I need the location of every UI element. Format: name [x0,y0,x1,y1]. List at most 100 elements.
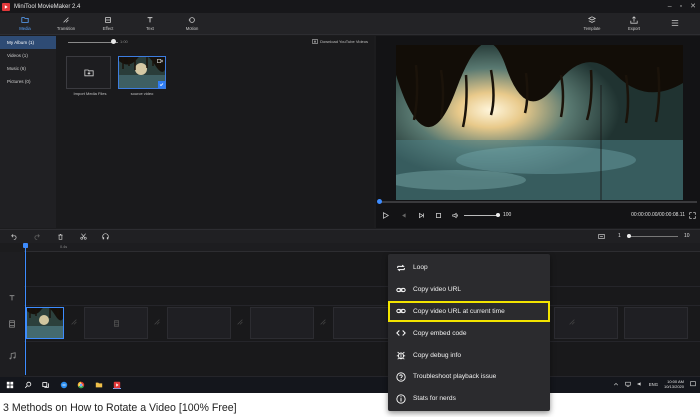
tab-media[interactable]: Media [8,16,42,31]
menu-item-label: Copy video URL at current time [413,307,505,315]
fit-icon [598,234,605,239]
menu-item-copy-debug-info[interactable]: Copy debug info [388,344,550,366]
play-button[interactable] [382,212,390,219]
playhead-handle[interactable] [23,243,28,248]
text-track[interactable] [24,252,700,287]
tab-transition[interactable]: Transition [49,16,83,31]
export-button[interactable]: Export [617,16,651,31]
player-context-menu: Loop Copy video URL Copy video URL at cu… [388,254,550,411]
fullscreen-icon[interactable] [689,212,696,219]
search-icon[interactable] [24,381,32,389]
sidebar-item-music[interactable]: Music (6) [0,62,56,75]
volume-tray-icon[interactable] [637,381,643,387]
sidebar-item-pictures[interactable]: Pictures (0) [0,75,56,88]
ruler-tick-1: 0.4s [60,245,68,249]
sidebar-item-videos[interactable]: Videos (1) [0,49,56,62]
transition-slot[interactable] [236,318,244,326]
video-camera-icon [157,59,163,63]
undo-button[interactable] [11,233,18,240]
fit-timeline-button[interactable] [598,233,605,240]
tab-effect-label: Effect [102,26,114,31]
video-track-icon [8,320,16,328]
timeline-zoom-track[interactable] [628,236,678,237]
tab-media-label: Media [19,26,31,31]
menu-item-copy-video-url[interactable]: Copy video URL [388,279,550,301]
media-library: 1:00 Download YouTube Videos Import Medi… [56,36,374,228]
volume-slider-track[interactable] [464,215,500,216]
tray-chevron-icon[interactable] [613,381,619,387]
moviemaker-taskbar-icon[interactable] [113,381,121,389]
empty-video-slot[interactable] [167,307,231,339]
input-language[interactable]: ENG [649,382,658,387]
tab-motion[interactable]: Motion [175,16,209,31]
split-button[interactable] [80,233,87,240]
window-controls: – ▫ ✕ [668,2,696,11]
transition-slot[interactable] [319,318,327,326]
download-youtube-label: Download YouTube Videos [320,39,368,44]
transition-slot[interactable] [568,318,576,326]
minimize-icon[interactable]: – [668,2,672,11]
empty-video-slot[interactable] [554,307,618,339]
empty-video-slot[interactable] [624,307,688,339]
timeline-zoom-handle[interactable] [627,234,631,238]
menu-item-copy-embed-code[interactable]: Copy embed code [388,322,550,344]
tab-effect[interactable]: Effect [91,16,125,31]
timecode: 00:00:00.00/00:00:08.11 [631,212,685,218]
import-media-tile[interactable] [66,56,111,89]
media-clip-thumbnail[interactable] [118,56,166,89]
windows-start-icon[interactable] [6,381,14,389]
playback-progress-bar[interactable] [379,201,697,203]
menu-button[interactable] [658,19,692,27]
transition-slot[interactable] [153,318,161,326]
import-media-label: Import Media Files [73,91,107,96]
app-logo-icon [2,2,10,11]
empty-video-slot[interactable] [84,307,148,339]
main-toolbar: Media Transition Effect Text Motion Temp… [0,13,700,35]
timeline-ruler[interactable]: 0s 0.4s [24,243,700,252]
close-icon[interactable]: ✕ [690,2,696,11]
prev-frame-button[interactable] [400,212,407,219]
import-folder-icon [83,69,94,77]
chrome-icon[interactable] [77,381,85,389]
delete-button[interactable] [57,233,64,240]
video-track[interactable] [24,306,700,342]
article-caption: 3 Methods on How to Rotate a Video [100%… [3,402,237,414]
empty-video-slot[interactable] [250,307,314,339]
video-preview[interactable] [396,45,683,200]
tab-text[interactable]: Text [133,16,167,31]
file-explorer-icon[interactable] [95,381,103,389]
stop-icon [436,213,441,218]
notification-icon[interactable] [690,381,696,387]
volume-slider-handle[interactable] [496,213,500,217]
timeline-clip-thumbnail [27,308,63,338]
maximize-icon[interactable]: ▫ [680,2,682,11]
effect-icon [105,17,111,23]
playback-progress-handle[interactable] [377,199,382,204]
task-view-icon[interactable] [42,381,50,389]
menu-item-loop[interactable]: Loop [388,257,550,279]
transition-slot[interactable] [70,318,78,326]
menu-item-copy-video-url-at-time[interactable]: Copy video URL at current time [388,300,550,323]
download-youtube-button[interactable]: Download YouTube Videos [312,39,368,44]
taskbar-clock[interactable]: 10:00 AM 10/13/2020 [664,379,684,389]
next-frame-button[interactable] [418,212,425,219]
redo-button[interactable] [33,233,40,240]
music-track[interactable] [24,342,700,377]
timeline-playhead[interactable] [25,245,26,375]
scissors-icon [80,233,87,240]
menu-item-troubleshoot[interactable]: Troubleshoot playback issue [388,366,550,388]
thumbnail-size-slider-handle[interactable] [111,39,116,44]
sidebar-item-my-album[interactable]: My Album (1) [0,36,56,49]
timeline-video-clip[interactable] [26,307,64,339]
menu-item-stats-for-nerds[interactable]: Stats for nerds [388,388,550,410]
volume-button[interactable] [452,212,459,219]
network-icon[interactable] [625,381,631,387]
menu-item-label: Copy video URL [413,286,462,294]
info-icon [396,394,406,404]
audio-mixer-button[interactable] [102,233,109,240]
stop-button[interactable] [435,212,442,219]
link-icon [396,287,406,292]
edge-browser-icon[interactable] [60,381,68,389]
template-button[interactable]: Template [575,16,609,31]
caption-track[interactable] [24,287,700,306]
